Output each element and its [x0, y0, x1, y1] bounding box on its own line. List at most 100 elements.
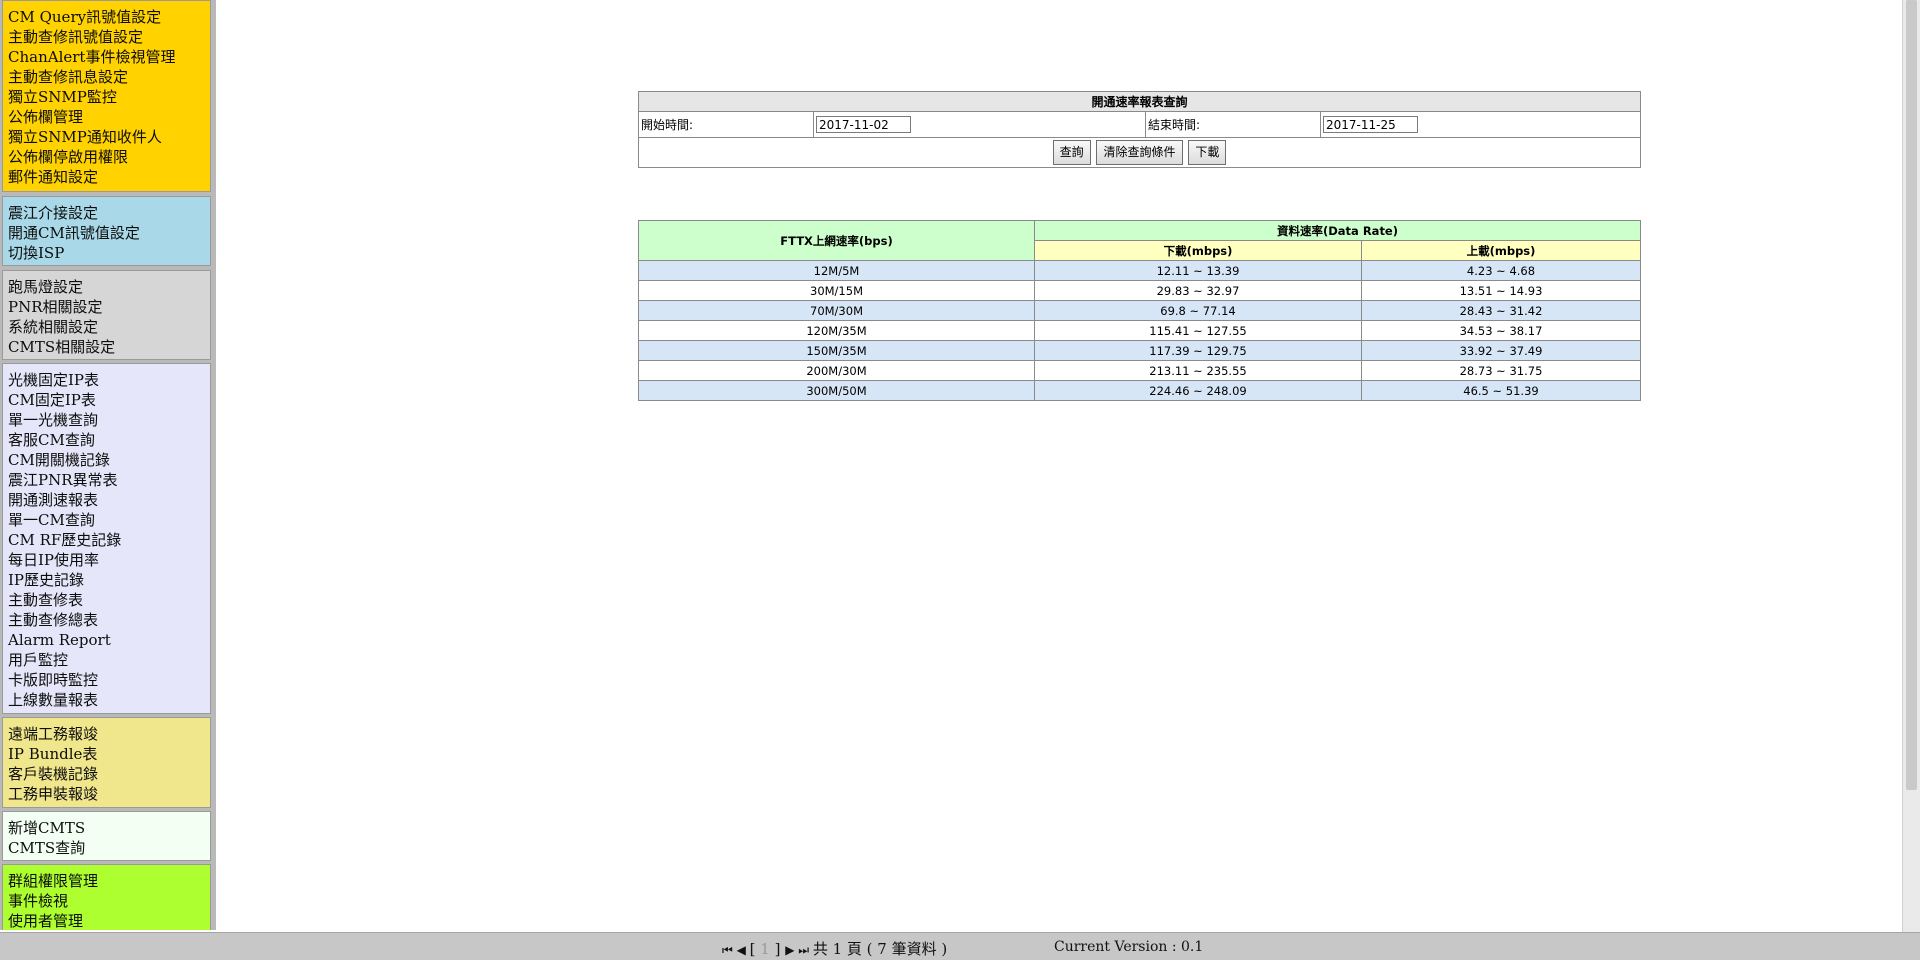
download-rate-cell: 12.11 ~ 13.39	[1034, 260, 1362, 281]
sidebar-item[interactable]: 主動查修表	[3, 590, 210, 610]
table-row: 200M/30M 213.11 ~ 235.55 28.73 ~ 31.75	[638, 360, 1641, 381]
upload-header: 上載(mbps)	[1361, 240, 1641, 261]
sidebar-menu: CM Query訊號值設定 主動查修訊號值設定 ChanAlert事件檢視管理 主動查…	[0, 0, 216, 930]
sidebar-item[interactable]: 開通CM訊號值設定	[3, 223, 210, 243]
menu-group-settings: CM Query訊號值設定 主動查修訊號值設定 ChanAlert事件檢視管理 主動查…	[2, 0, 211, 192]
table-row: 300M/50M 224.46 ~ 248.09 46.5 ~ 51.39	[638, 380, 1641, 401]
rate-report-table: FTTX上網速率(bps) 資料速率(Data Rate) 下載(mbps) 上…	[638, 220, 1641, 401]
sidebar-item[interactable]: 客戶裝機記錄	[3, 764, 210, 784]
table-row: 150M/35M 117.39 ~ 129.75 33.92 ~ 37.49	[638, 340, 1641, 361]
next-page-icon[interactable]: ▶	[785, 943, 794, 957]
download-rate-cell: 69.8 ~ 77.14	[1034, 300, 1362, 321]
sidebar-item[interactable]: CMTS查詢	[3, 838, 210, 858]
query-button-row: 查詢 清除查詢條件 下載	[638, 137, 1641, 168]
sidebar-item[interactable]: 用戶監控	[3, 650, 210, 670]
sidebar-item[interactable]: 單一CM查詢	[3, 510, 210, 530]
table-row: 30M/15M 29.83 ~ 32.97 13.51 ~ 14.93	[638, 280, 1641, 301]
download-rate-cell: 213.11 ~ 235.55	[1034, 360, 1362, 381]
end-time-label: 結束時間:	[1145, 111, 1321, 138]
sidebar-item[interactable]: 公佈欄管理	[3, 107, 210, 127]
fttx-rate-cell: 300M/50M	[638, 380, 1035, 401]
page-bracket-open: [	[749, 940, 756, 958]
page-bracket-close: ]	[774, 940, 781, 958]
sidebar-item[interactable]: 上線數量報表	[3, 690, 210, 710]
fttx-rate-header: FTTX上網速率(bps)	[638, 220, 1035, 261]
sidebar-item[interactable]: CM Query訊號值設定	[3, 7, 210, 27]
sidebar-item[interactable]: 每日IP使用率	[3, 550, 210, 570]
sidebar-item[interactable]: IP Bundle表	[3, 744, 210, 764]
upload-rate-cell: 46.5 ~ 51.39	[1361, 380, 1641, 401]
sidebar-item[interactable]: 群組權限管理	[3, 871, 210, 891]
download-rate-cell: 29.83 ~ 32.97	[1034, 280, 1362, 301]
sidebar-item[interactable]: 公佈欄停啟用權限	[3, 147, 210, 167]
sidebar-item[interactable]: CMTS相關設定	[3, 337, 210, 357]
first-page-icon[interactable]: ⏮	[722, 943, 733, 957]
sidebar-item[interactable]: 主動查修訊息設定	[3, 67, 210, 87]
upload-rate-cell: 28.73 ~ 31.75	[1361, 360, 1641, 381]
sidebar-item[interactable]: PNR相關設定	[3, 297, 210, 317]
main-content: 開通速率報表查詢 開始時間: 結束時間: 查詢 清除查詢條件 下載 FTTX上網…	[220, 0, 1900, 930]
download-button[interactable]: 下載	[1188, 140, 1227, 165]
sidebar-item[interactable]: 切換ISP	[3, 243, 210, 263]
end-date-input[interactable]	[1323, 116, 1418, 133]
table-row: 70M/30M 69.8 ~ 77.14 28.43 ~ 31.42	[638, 300, 1641, 321]
status-bar: ⏮ ◀ [ 1 ] ▶ ⏭ 共 1 頁 ( 7 筆資料 ) Current Ve…	[0, 932, 1920, 960]
sidebar-item[interactable]: 郵件通知設定	[3, 167, 210, 187]
menu-group-system: 跑馬燈設定 PNR相關設定 系統相關設定 CMTS相關設定	[2, 270, 211, 360]
sidebar-item[interactable]: 主動查修訊號值設定	[3, 27, 210, 47]
fttx-rate-cell: 200M/30M	[638, 360, 1035, 381]
sidebar-item[interactable]: 震江PNR異常表	[3, 470, 210, 490]
download-rate-cell: 224.46 ~ 248.09	[1034, 380, 1362, 401]
sidebar-item[interactable]: ChanAlert事件檢視管理	[3, 47, 210, 67]
sidebar-item[interactable]: 卡版即時監控	[3, 670, 210, 690]
upload-rate-cell: 4.23 ~ 4.68	[1361, 260, 1641, 281]
fttx-rate-cell: 150M/35M	[638, 340, 1035, 361]
upload-rate-cell: 33.92 ~ 37.49	[1361, 340, 1641, 361]
sidebar-item[interactable]: 使用者管理	[3, 911, 210, 930]
table-row: 120M/35M 115.41 ~ 127.55 34.53 ~ 38.17	[638, 320, 1641, 341]
menu-group-admin: 群組權限管理 事件檢視 使用者管理	[2, 864, 211, 930]
sidebar-item[interactable]: 光機固定IP表	[3, 370, 210, 390]
sidebar-item[interactable]: 跑馬燈設定	[3, 277, 210, 297]
sidebar-item[interactable]: 主動查修總表	[3, 610, 210, 630]
sidebar-item[interactable]: CM開關機記錄	[3, 450, 210, 470]
query-form-title: 開通速率報表查詢	[638, 91, 1641, 112]
start-time-label: 開始時間:	[638, 111, 814, 138]
query-button[interactable]: 查詢	[1052, 140, 1091, 165]
data-rate-header: 資料速率(Data Rate)	[1034, 220, 1641, 241]
sidebar-item[interactable]: 單一光機查詢	[3, 410, 210, 430]
download-rate-cell: 115.41 ~ 127.55	[1034, 320, 1362, 341]
fttx-rate-cell: 12M/5M	[638, 260, 1035, 281]
menu-group-integration: 震江介接設定 開通CM訊號值設定 切換ISP	[2, 196, 211, 266]
sidebar-item[interactable]: 事件檢視	[3, 891, 210, 911]
menu-group-engineering: 遠端工務報竣 IP Bundle表 客戶裝機記錄 工務申裝報竣	[2, 717, 211, 808]
sidebar-item[interactable]: 獨立SNMP通知收件人	[3, 127, 210, 147]
prev-page-icon[interactable]: ◀	[737, 943, 746, 957]
vertical-scrollbar[interactable]	[1902, 0, 1920, 932]
sidebar-item[interactable]: 新增CMTS	[3, 818, 210, 838]
last-page-icon[interactable]: ⏭	[798, 943, 809, 957]
sidebar-item[interactable]: Alarm Report	[3, 630, 210, 650]
upload-rate-cell: 13.51 ~ 14.93	[1361, 280, 1641, 301]
current-page-number[interactable]: 1	[760, 940, 770, 958]
start-date-input[interactable]	[816, 116, 911, 133]
menu-group-reports: 光機固定IP表 CM固定IP表 單一光機查詢 客服CM查詢 CM開關機記錄 震江PNR異常…	[2, 363, 211, 714]
sidebar-item[interactable]: CM固定IP表	[3, 390, 210, 410]
table-row: 12M/5M 12.11 ~ 13.39 4.23 ~ 4.68	[638, 260, 1641, 281]
sidebar-item[interactable]: 遠端工務報竣	[3, 724, 210, 744]
sidebar-item[interactable]: 系統相關設定	[3, 317, 210, 337]
sidebar-item[interactable]: 開通測速報表	[3, 490, 210, 510]
clear-conditions-button[interactable]: 清除查詢條件	[1096, 140, 1183, 165]
upload-rate-cell: 34.53 ~ 38.17	[1361, 320, 1641, 341]
download-rate-cell: 117.39 ~ 129.75	[1034, 340, 1362, 361]
upload-rate-cell: 28.43 ~ 31.42	[1361, 300, 1641, 321]
scrollbar-thumb[interactable]	[1906, 0, 1917, 790]
sidebar-item[interactable]: 客服CM查詢	[3, 430, 210, 450]
sidebar-item[interactable]: 獨立SNMP監控	[3, 87, 210, 107]
sidebar-item[interactable]: CM RF歷史記錄	[3, 530, 210, 550]
sidebar-item[interactable]: IP歷史記錄	[3, 570, 210, 590]
page-total-text: 共 1 頁 ( 7 筆資料 )	[812, 940, 948, 958]
menu-group-cmts: 新增CMTS CMTS查詢	[2, 811, 211, 861]
sidebar-item[interactable]: 工務申裝報竣	[3, 784, 210, 804]
sidebar-item[interactable]: 震江介接設定	[3, 203, 210, 223]
